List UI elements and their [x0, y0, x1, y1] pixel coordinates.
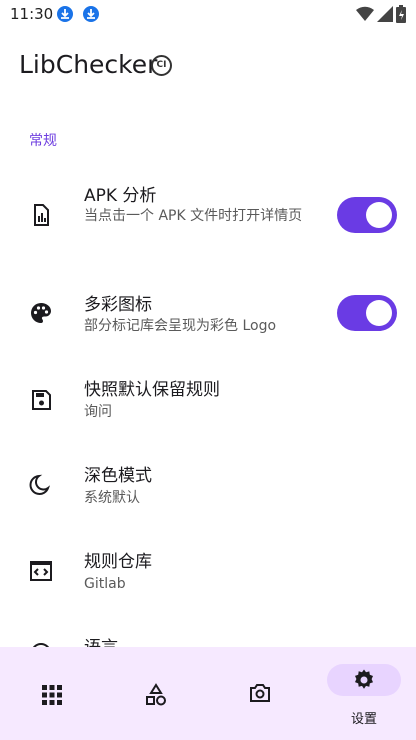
pref-summary: 系统默认 [84, 490, 140, 506]
nav-label-settings: 设置 [350, 712, 377, 727]
nav-item-snapshot[interactable] [208, 647, 312, 740]
pref-language[interactable]: 语言 [0, 623, 416, 647]
shapes-icon [146, 683, 166, 706]
dark-mode-icon [29, 474, 51, 495]
gear-icon [355, 669, 373, 689]
nav-item-apps[interactable] [0, 647, 104, 740]
palette-icon [31, 303, 51, 323]
apps-grid-icon [42, 685, 62, 705]
status-time: 11:30 [10, 5, 54, 23]
app-title: LibChecker [19, 50, 158, 79]
pref-title: 深色模式 [84, 466, 152, 486]
nav-item-settings[interactable]: 设置 [327, 647, 401, 740]
apk-analysis-icon [34, 204, 49, 226]
apk-analysis-switch[interactable] [337, 197, 397, 233]
pref-title: 快照默认保留规则 [84, 380, 220, 400]
pref-title: 语言 [84, 633, 118, 647]
pref-title: 多彩图标 [84, 295, 152, 315]
save-icon [32, 390, 51, 410]
nav-item-shapes[interactable] [104, 647, 208, 740]
section-header-general: 常规 [29, 133, 57, 149]
wifi-icon [356, 6, 374, 22]
camera-icon [250, 684, 270, 702]
pref-snapshot-keep-rule[interactable]: 快照默认保留规则 询问 [0, 365, 416, 435]
colorful-icon-switch[interactable] [337, 295, 397, 331]
pref-apk-analysis[interactable]: APK 分析 当点击一个 APK 文件时打开详情页 [0, 170, 416, 262]
ci-badge: CI [151, 55, 172, 76]
pref-summary: 当点击一个 APK 文件时打开详情页 [84, 208, 303, 224]
pref-title: 规则仓库 [84, 552, 152, 572]
download-icon [83, 6, 99, 22]
pref-title: APK 分析 [84, 186, 157, 206]
pref-summary: 部分标记库会呈现为彩色 Logo [84, 318, 277, 334]
bottom-navigation: 设置 [0, 647, 416, 740]
pref-rule-repository[interactable]: 规则仓库 Gitlab [0, 537, 416, 607]
pref-summary: 询问 [84, 404, 112, 420]
signal-icon [377, 6, 393, 22]
pref-dark-mode[interactable]: 深色模式 系统默认 [0, 451, 416, 521]
status-bar: 11:30 [0, 0, 416, 30]
battery-icon [396, 5, 406, 23]
pref-colorful-icon[interactable]: 多彩图标 部分标记库会呈现为彩色 Logo [0, 280, 416, 348]
pref-summary: Gitlab [84, 576, 126, 592]
code-repo-icon [30, 561, 52, 581]
download-icon [57, 6, 73, 22]
